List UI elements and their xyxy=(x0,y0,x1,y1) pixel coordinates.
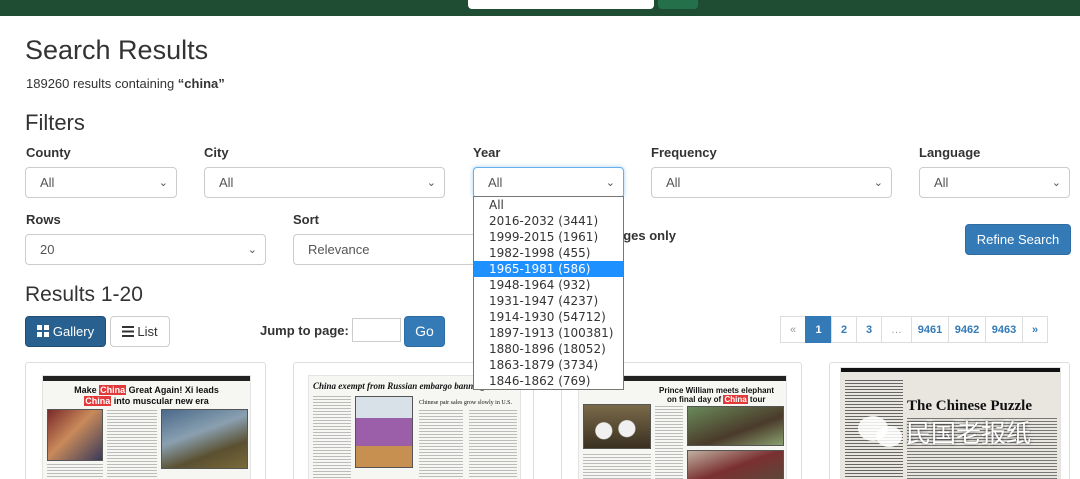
county-label: County xyxy=(26,145,71,160)
list-label: List xyxy=(137,324,158,339)
header-search-input[interactable] xyxy=(468,0,654,9)
card-headline-2: China into muscular new era xyxy=(84,396,209,406)
card-headline: The Chinese Puzzle xyxy=(907,398,1032,414)
results-summary: 189260 results containing “china” xyxy=(26,76,225,91)
list-icon xyxy=(122,326,135,337)
pagination-page[interactable]: 3 xyxy=(856,316,882,343)
watermark: 民国老报纸 xyxy=(858,414,1031,450)
year-option[interactable]: 1982-1998 (455) xyxy=(474,245,623,261)
newspaper-thumbnail: China exempt from Russian embargo bannin… xyxy=(308,375,521,479)
language-value: All xyxy=(934,175,949,190)
refine-search-button[interactable]: Refine Search xyxy=(965,224,1071,255)
frequency-value: All xyxy=(666,175,681,190)
newspaper-thumbnail: Make China Great Again! Xi leads China i… xyxy=(42,375,251,479)
watermark-text: 民国老报纸 xyxy=(906,419,1032,448)
pagination: «1 2 3… 9461 9462 9463» xyxy=(780,316,1048,343)
year-option[interactable]: 1965-1981 (586) xyxy=(474,261,623,277)
sort-value: Relevance xyxy=(308,242,370,257)
chevron-down-icon: ⌄ xyxy=(426,177,436,189)
card-headline: China exempt from Russian embargo bannin… xyxy=(313,381,496,391)
grid-icon xyxy=(36,325,49,337)
language-label: Language xyxy=(919,145,981,160)
wechat-icon xyxy=(858,414,906,450)
search-query: “china” xyxy=(177,76,225,91)
year-option[interactable]: 2016-2032 (3441) xyxy=(474,213,623,229)
sort-label: Sort xyxy=(293,212,319,227)
page-title: Search Results xyxy=(25,35,209,65)
rows-label: Rows xyxy=(26,212,61,227)
article-photo xyxy=(355,396,413,468)
newspaper-thumbnail: Prince William meets elephant on final d… xyxy=(578,375,787,479)
city-select[interactable]: All ⌄ xyxy=(204,167,445,198)
article-photo xyxy=(47,409,103,461)
year-option[interactable]: 1863-1879 (3734) xyxy=(474,357,623,373)
results-summary-text: results containing xyxy=(69,76,178,91)
city-value: All xyxy=(219,175,234,190)
year-select[interactable]: All ⌄ xyxy=(473,167,624,198)
chevron-down-icon: ⌄ xyxy=(247,244,257,256)
gallery-view-button[interactable]: Gallery xyxy=(25,316,106,347)
year-option[interactable]: 1897-1913 (100381) xyxy=(474,325,623,341)
card-headline: Prince William meets elephant xyxy=(659,386,775,395)
jump-to-page-label: Jump to page: xyxy=(260,323,349,338)
chevron-down-icon: ⌄ xyxy=(873,177,883,189)
year-option[interactable]: 1948-1964 (932) xyxy=(474,277,623,293)
article-photo xyxy=(161,409,248,469)
pagination-page[interactable]: 9461 xyxy=(911,316,949,343)
pagination-page[interactable]: 1 xyxy=(805,316,832,343)
article-photo xyxy=(687,450,784,479)
front-pages-only-label[interactable]: ages only xyxy=(616,228,676,243)
year-option[interactable]: 1880-1896 (18052) xyxy=(474,341,623,357)
chevron-down-icon: ⌄ xyxy=(605,177,615,189)
rows-value: 20 xyxy=(40,242,55,257)
year-option[interactable]: 1931-1947 (4237) xyxy=(474,293,623,309)
results-heading: Results 1-20 xyxy=(25,283,143,306)
year-option[interactable]: 1999-2015 (1961) xyxy=(474,229,623,245)
county-select[interactable]: All ⌄ xyxy=(25,167,177,198)
top-navbar xyxy=(0,0,1080,16)
rows-select[interactable]: 20 ⌄ xyxy=(25,234,266,265)
year-option[interactable]: 1846-1862 (769) xyxy=(474,373,623,389)
pagination-page[interactable]: 2 xyxy=(831,316,857,343)
language-select[interactable]: All ⌄ xyxy=(919,167,1070,198)
jump-to-page-input[interactable] xyxy=(352,318,401,342)
pagination-page[interactable]: 9462 xyxy=(948,316,986,343)
year-option[interactable]: 1914-1930 (54712) xyxy=(474,309,623,325)
result-card[interactable]: Make China Great Again! Xi leads China i… xyxy=(25,362,266,479)
results-count: 189260 xyxy=(26,76,70,91)
pagination-page[interactable]: 9463 xyxy=(985,316,1023,343)
article-photo xyxy=(583,404,651,449)
county-value: All xyxy=(40,175,55,190)
card-headline: Make China Great Again! Xi leads xyxy=(74,385,219,395)
chevron-down-icon: ⌄ xyxy=(1051,177,1061,189)
article-photo xyxy=(687,406,784,446)
year-option[interactable]: All xyxy=(474,197,623,213)
frequency-label: Frequency xyxy=(651,145,717,160)
pagination-next[interactable]: » xyxy=(1022,316,1048,343)
card-headline-2: on final day of China tour xyxy=(667,395,766,404)
pagination-prev[interactable]: « xyxy=(780,316,806,343)
city-label: City xyxy=(204,145,229,160)
year-value: All xyxy=(488,175,503,190)
frequency-select[interactable]: All ⌄ xyxy=(651,167,892,198)
pagination-page: … xyxy=(881,316,912,343)
year-dropdown-list[interactable]: All 2016-2032 (3441) 1999-2015 (1961) 1982-… xyxy=(473,196,624,390)
card-subhead: Chinese pair sales grow slowly in U.S. xyxy=(419,400,512,406)
list-view-button[interactable]: List xyxy=(110,316,170,347)
gallery-label: Gallery xyxy=(52,324,95,339)
year-label: Year xyxy=(473,145,501,160)
chevron-down-icon: ⌄ xyxy=(158,177,168,189)
sort-select[interactable]: Relevance xyxy=(293,234,478,265)
go-button[interactable]: Go xyxy=(404,316,445,347)
header-search-button[interactable] xyxy=(658,0,698,9)
filters-heading: Filters xyxy=(25,110,85,135)
